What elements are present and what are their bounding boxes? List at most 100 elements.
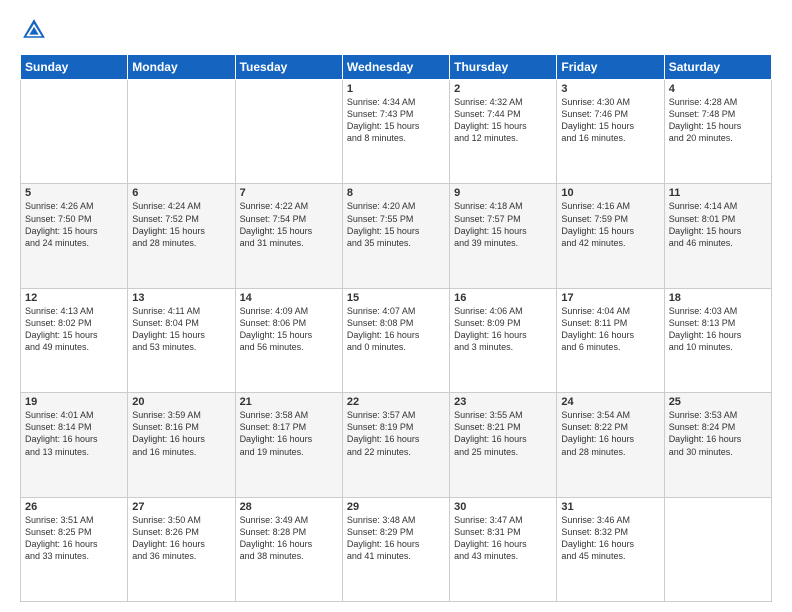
day-info: Sunrise: 3:47 AM Sunset: 8:31 PM Dayligh… bbox=[454, 514, 552, 563]
day-cell-23: 23Sunrise: 3:55 AM Sunset: 8:21 PM Dayli… bbox=[450, 393, 557, 497]
calendar-table: SundayMondayTuesdayWednesdayThursdayFrid… bbox=[20, 54, 772, 602]
day-number: 28 bbox=[240, 501, 338, 513]
day-cell-27: 27Sunrise: 3:50 AM Sunset: 8:26 PM Dayli… bbox=[128, 497, 235, 601]
day-number: 27 bbox=[132, 501, 230, 513]
week-row-1: 1Sunrise: 4:34 AM Sunset: 7:43 PM Daylig… bbox=[21, 80, 772, 184]
day-info: Sunrise: 4:07 AM Sunset: 8:08 PM Dayligh… bbox=[347, 305, 445, 354]
day-number: 20 bbox=[132, 396, 230, 408]
day-info: Sunrise: 3:54 AM Sunset: 8:22 PM Dayligh… bbox=[561, 409, 659, 458]
day-cell-4: 4Sunrise: 4:28 AM Sunset: 7:48 PM Daylig… bbox=[664, 80, 771, 184]
weekday-row: SundayMondayTuesdayWednesdayThursdayFrid… bbox=[21, 55, 772, 80]
day-number: 8 bbox=[347, 187, 445, 199]
day-number: 14 bbox=[240, 292, 338, 304]
weekday-header-friday: Friday bbox=[557, 55, 664, 80]
day-cell-18: 18Sunrise: 4:03 AM Sunset: 8:13 PM Dayli… bbox=[664, 288, 771, 392]
header bbox=[20, 16, 772, 44]
empty-cell bbox=[21, 80, 128, 184]
day-info: Sunrise: 4:11 AM Sunset: 8:04 PM Dayligh… bbox=[132, 305, 230, 354]
day-number: 30 bbox=[454, 501, 552, 513]
day-cell-12: 12Sunrise: 4:13 AM Sunset: 8:02 PM Dayli… bbox=[21, 288, 128, 392]
day-cell-3: 3Sunrise: 4:30 AM Sunset: 7:46 PM Daylig… bbox=[557, 80, 664, 184]
day-info: Sunrise: 3:53 AM Sunset: 8:24 PM Dayligh… bbox=[669, 409, 767, 458]
day-info: Sunrise: 3:55 AM Sunset: 8:21 PM Dayligh… bbox=[454, 409, 552, 458]
day-cell-16: 16Sunrise: 4:06 AM Sunset: 8:09 PM Dayli… bbox=[450, 288, 557, 392]
day-number: 15 bbox=[347, 292, 445, 304]
day-info: Sunrise: 4:32 AM Sunset: 7:44 PM Dayligh… bbox=[454, 96, 552, 145]
day-cell-30: 30Sunrise: 3:47 AM Sunset: 8:31 PM Dayli… bbox=[450, 497, 557, 601]
day-info: Sunrise: 4:20 AM Sunset: 7:55 PM Dayligh… bbox=[347, 200, 445, 249]
logo-icon bbox=[20, 16, 48, 44]
day-info: Sunrise: 4:34 AM Sunset: 7:43 PM Dayligh… bbox=[347, 96, 445, 145]
day-cell-15: 15Sunrise: 4:07 AM Sunset: 8:08 PM Dayli… bbox=[342, 288, 449, 392]
day-cell-5: 5Sunrise: 4:26 AM Sunset: 7:50 PM Daylig… bbox=[21, 184, 128, 288]
day-cell-10: 10Sunrise: 4:16 AM Sunset: 7:59 PM Dayli… bbox=[557, 184, 664, 288]
week-row-5: 26Sunrise: 3:51 AM Sunset: 8:25 PM Dayli… bbox=[21, 497, 772, 601]
day-cell-13: 13Sunrise: 4:11 AM Sunset: 8:04 PM Dayli… bbox=[128, 288, 235, 392]
day-number: 31 bbox=[561, 501, 659, 513]
day-info: Sunrise: 4:06 AM Sunset: 8:09 PM Dayligh… bbox=[454, 305, 552, 354]
day-cell-9: 9Sunrise: 4:18 AM Sunset: 7:57 PM Daylig… bbox=[450, 184, 557, 288]
day-info: Sunrise: 4:28 AM Sunset: 7:48 PM Dayligh… bbox=[669, 96, 767, 145]
day-number: 29 bbox=[347, 501, 445, 513]
day-number: 4 bbox=[669, 83, 767, 95]
week-row-4: 19Sunrise: 4:01 AM Sunset: 8:14 PM Dayli… bbox=[21, 393, 772, 497]
day-info: Sunrise: 4:03 AM Sunset: 8:13 PM Dayligh… bbox=[669, 305, 767, 354]
day-cell-17: 17Sunrise: 4:04 AM Sunset: 8:11 PM Dayli… bbox=[557, 288, 664, 392]
day-number: 7 bbox=[240, 187, 338, 199]
day-number: 1 bbox=[347, 83, 445, 95]
day-number: 23 bbox=[454, 396, 552, 408]
day-info: Sunrise: 4:22 AM Sunset: 7:54 PM Dayligh… bbox=[240, 200, 338, 249]
day-info: Sunrise: 3:58 AM Sunset: 8:17 PM Dayligh… bbox=[240, 409, 338, 458]
day-number: 21 bbox=[240, 396, 338, 408]
weekday-header-thursday: Thursday bbox=[450, 55, 557, 80]
day-cell-14: 14Sunrise: 4:09 AM Sunset: 8:06 PM Dayli… bbox=[235, 288, 342, 392]
empty-cell bbox=[664, 497, 771, 601]
day-number: 17 bbox=[561, 292, 659, 304]
day-number: 5 bbox=[25, 187, 123, 199]
weekday-header-tuesday: Tuesday bbox=[235, 55, 342, 80]
day-number: 19 bbox=[25, 396, 123, 408]
day-info: Sunrise: 4:09 AM Sunset: 8:06 PM Dayligh… bbox=[240, 305, 338, 354]
day-info: Sunrise: 4:26 AM Sunset: 7:50 PM Dayligh… bbox=[25, 200, 123, 249]
day-cell-20: 20Sunrise: 3:59 AM Sunset: 8:16 PM Dayli… bbox=[128, 393, 235, 497]
week-row-3: 12Sunrise: 4:13 AM Sunset: 8:02 PM Dayli… bbox=[21, 288, 772, 392]
day-number: 13 bbox=[132, 292, 230, 304]
day-number: 9 bbox=[454, 187, 552, 199]
calendar-body: 1Sunrise: 4:34 AM Sunset: 7:43 PM Daylig… bbox=[21, 80, 772, 602]
day-number: 3 bbox=[561, 83, 659, 95]
day-info: Sunrise: 4:30 AM Sunset: 7:46 PM Dayligh… bbox=[561, 96, 659, 145]
day-info: Sunrise: 4:01 AM Sunset: 8:14 PM Dayligh… bbox=[25, 409, 123, 458]
day-number: 16 bbox=[454, 292, 552, 304]
day-info: Sunrise: 3:50 AM Sunset: 8:26 PM Dayligh… bbox=[132, 514, 230, 563]
day-info: Sunrise: 3:57 AM Sunset: 8:19 PM Dayligh… bbox=[347, 409, 445, 458]
day-cell-7: 7Sunrise: 4:22 AM Sunset: 7:54 PM Daylig… bbox=[235, 184, 342, 288]
day-cell-8: 8Sunrise: 4:20 AM Sunset: 7:55 PM Daylig… bbox=[342, 184, 449, 288]
day-info: Sunrise: 4:18 AM Sunset: 7:57 PM Dayligh… bbox=[454, 200, 552, 249]
day-number: 26 bbox=[25, 501, 123, 513]
day-cell-19: 19Sunrise: 4:01 AM Sunset: 8:14 PM Dayli… bbox=[21, 393, 128, 497]
day-number: 11 bbox=[669, 187, 767, 199]
day-info: Sunrise: 4:16 AM Sunset: 7:59 PM Dayligh… bbox=[561, 200, 659, 249]
day-info: Sunrise: 3:51 AM Sunset: 8:25 PM Dayligh… bbox=[25, 514, 123, 563]
weekday-header-wednesday: Wednesday bbox=[342, 55, 449, 80]
day-cell-1: 1Sunrise: 4:34 AM Sunset: 7:43 PM Daylig… bbox=[342, 80, 449, 184]
day-info: Sunrise: 3:46 AM Sunset: 8:32 PM Dayligh… bbox=[561, 514, 659, 563]
day-info: Sunrise: 4:14 AM Sunset: 8:01 PM Dayligh… bbox=[669, 200, 767, 249]
weekday-header-saturday: Saturday bbox=[664, 55, 771, 80]
page: SundayMondayTuesdayWednesdayThursdayFrid… bbox=[0, 0, 792, 612]
week-row-2: 5Sunrise: 4:26 AM Sunset: 7:50 PM Daylig… bbox=[21, 184, 772, 288]
empty-cell bbox=[128, 80, 235, 184]
day-cell-2: 2Sunrise: 4:32 AM Sunset: 7:44 PM Daylig… bbox=[450, 80, 557, 184]
weekday-header-sunday: Sunday bbox=[21, 55, 128, 80]
day-number: 18 bbox=[669, 292, 767, 304]
logo bbox=[20, 16, 52, 44]
day-cell-21: 21Sunrise: 3:58 AM Sunset: 8:17 PM Dayli… bbox=[235, 393, 342, 497]
day-number: 22 bbox=[347, 396, 445, 408]
day-info: Sunrise: 4:04 AM Sunset: 8:11 PM Dayligh… bbox=[561, 305, 659, 354]
day-number: 6 bbox=[132, 187, 230, 199]
day-cell-31: 31Sunrise: 3:46 AM Sunset: 8:32 PM Dayli… bbox=[557, 497, 664, 601]
day-cell-11: 11Sunrise: 4:14 AM Sunset: 8:01 PM Dayli… bbox=[664, 184, 771, 288]
empty-cell bbox=[235, 80, 342, 184]
day-number: 2 bbox=[454, 83, 552, 95]
day-cell-6: 6Sunrise: 4:24 AM Sunset: 7:52 PM Daylig… bbox=[128, 184, 235, 288]
